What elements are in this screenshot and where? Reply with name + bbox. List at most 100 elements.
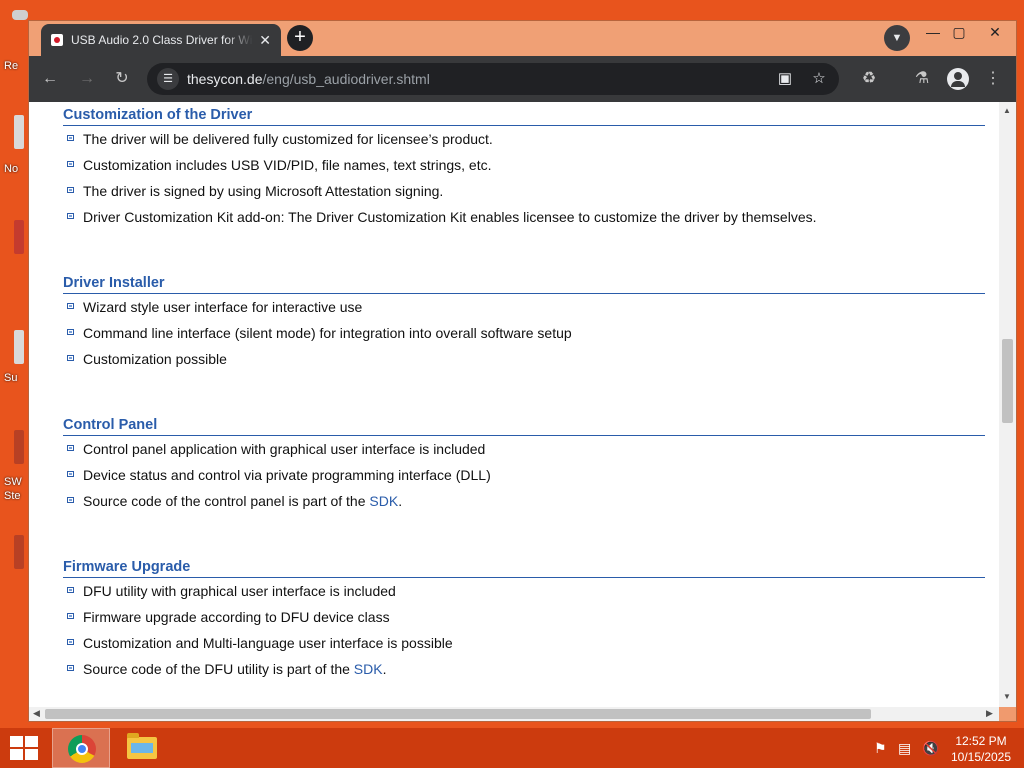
bullet-icon bbox=[67, 187, 74, 193]
tab-strip: USB Audio 2.0 Class Driver for Windows ✕… bbox=[29, 21, 1016, 56]
sdk-link[interactable]: SDK bbox=[354, 661, 383, 677]
list-item-text: Source code of the control panel is part… bbox=[83, 493, 370, 509]
taskbar: ⚑ ▤ 🔇 12:52 PM 10/15/2025 bbox=[0, 728, 1024, 768]
desktop-icon-su[interactable]: Su bbox=[0, 330, 24, 390]
desktop-icon-label: Re bbox=[4, 60, 19, 72]
desktop-shortcut-icon bbox=[12, 10, 28, 20]
taskbar-chrome-button[interactable] bbox=[52, 728, 110, 768]
scroll-left-icon[interactable]: ◀ bbox=[33, 708, 40, 719]
section-heading: Driver Installer bbox=[63, 275, 985, 294]
labs-flask-icon[interactable]: ⚗ bbox=[910, 67, 934, 91]
desktop-icon-label: SW bbox=[4, 476, 22, 488]
scroll-down-icon[interactable]: ▼ bbox=[1003, 692, 1011, 701]
desktop-shortcut-icon bbox=[14, 115, 24, 149]
list-item-text: Driver Customization Kit add-on: The Dri… bbox=[83, 209, 817, 225]
clock-date: 10/15/2025 bbox=[950, 750, 1012, 764]
list-item-text: Customization includes USB VID/PID, file… bbox=[83, 157, 492, 173]
section-heading: Firmware Upgrade bbox=[63, 559, 985, 578]
list-item: Customization possible bbox=[63, 346, 985, 372]
folder-icon bbox=[127, 733, 157, 759]
bullet-list: Wizard style user interface for interact… bbox=[63, 294, 985, 372]
list-item: Control panel application with graphical… bbox=[63, 436, 985, 462]
network-icon[interactable]: ▤ bbox=[898, 740, 911, 757]
menu-kebab-icon[interactable]: ⋮ bbox=[981, 67, 1005, 91]
tab-search-chevron-icon[interactable]: ▼ bbox=[884, 25, 910, 51]
bullet-list: DFU utility with graphical user interfac… bbox=[63, 578, 985, 682]
desktop-icon-recycle[interactable]: Re bbox=[0, 10, 28, 72]
site-info-icon[interactable]: ☰ bbox=[157, 68, 179, 90]
desktop-icon-label: No bbox=[4, 163, 19, 175]
list-item-text: Control panel application with graphical… bbox=[83, 441, 486, 457]
vertical-scroll-thumb[interactable] bbox=[1002, 339, 1013, 423]
url-path: /eng/usb_audiodriver.shtml bbox=[262, 71, 430, 87]
system-clock[interactable]: 12:52 PM 10/15/2025 bbox=[948, 733, 1014, 765]
reload-icon[interactable]: ↻ bbox=[110, 67, 134, 91]
bullet-icon bbox=[67, 497, 74, 503]
chrome-icon bbox=[68, 735, 96, 763]
desktop-shortcut-icon bbox=[14, 430, 24, 464]
extensions-puzzle-icon[interactable]: ♻ bbox=[857, 67, 881, 91]
action-center-flag-icon[interactable]: ⚑ bbox=[874, 740, 887, 757]
list-item: Customization includes USB VID/PID, file… bbox=[63, 152, 985, 178]
back-arrow-icon[interactable]: ← bbox=[38, 67, 62, 91]
page-viewport: Customization of the Driver The driver w… bbox=[29, 102, 999, 707]
list-item-text: Command line interface (silent mode) for… bbox=[83, 325, 572, 341]
maximize-button[interactable]: ▢ bbox=[941, 21, 977, 45]
list-item-text: Customization possible bbox=[83, 351, 227, 367]
bullet-icon bbox=[67, 445, 74, 451]
tab-close-icon[interactable]: ✕ bbox=[259, 32, 271, 49]
bullet-icon bbox=[67, 161, 74, 167]
list-item-punct: . bbox=[382, 661, 387, 677]
volume-muted-icon[interactable]: 🔇 bbox=[922, 740, 939, 757]
start-windows-icon[interactable] bbox=[10, 736, 40, 762]
bullet-icon bbox=[67, 613, 74, 619]
bookmark-star-icon[interactable]: ☆ bbox=[807, 67, 831, 91]
list-item: The driver is signed by using Microsoft … bbox=[63, 178, 985, 204]
sdk-link[interactable]: SDK bbox=[369, 493, 398, 509]
desktop-icon-app2[interactable] bbox=[0, 535, 24, 595]
desktop-icon-app[interactable] bbox=[0, 220, 24, 280]
list-item: Wizard style user interface for interact… bbox=[63, 294, 985, 320]
section-firmware-upgrade: Firmware Upgrade DFU utility with graphi… bbox=[63, 559, 985, 682]
horizontal-scroll-thumb[interactable] bbox=[45, 709, 871, 719]
bullet-icon bbox=[67, 303, 74, 309]
section-driver-installer: Driver Installer Wizard style user inter… bbox=[63, 275, 985, 372]
profile-avatar-icon[interactable] bbox=[947, 68, 969, 90]
desktop-icon-sw-steam[interactable]: SW Ste bbox=[0, 430, 24, 510]
section-heading: Control Panel bbox=[63, 417, 985, 436]
tab-usb-audio-driver[interactable]: USB Audio 2.0 Class Driver for Windows ✕ bbox=[41, 24, 281, 56]
clock-time: 12:52 PM bbox=[955, 734, 1007, 748]
new-tab-button[interactable]: + bbox=[287, 25, 313, 51]
browser-toolbar: ← → ↻ ☰ thesycon.de/eng/usb_audiodriver.… bbox=[29, 56, 1016, 102]
forward-arrow-icon[interactable]: → bbox=[75, 67, 99, 91]
bullet-icon bbox=[67, 213, 74, 219]
list-item: Source code of the control panel is part… bbox=[63, 488, 985, 514]
bullet-icon bbox=[67, 587, 74, 593]
horizontal-scrollbar[interactable]: ◀ ▶ bbox=[29, 707, 999, 721]
desktop-shortcut-icon bbox=[14, 330, 24, 364]
desktop-icon-label: Ste bbox=[4, 490, 21, 502]
list-item: Firmware upgrade according to DFU device… bbox=[63, 604, 985, 630]
list-item-text: The driver is signed by using Microsoft … bbox=[83, 183, 444, 199]
scroll-up-icon[interactable]: ▲ bbox=[1003, 106, 1011, 115]
url-host: thesycon.de bbox=[187, 71, 263, 87]
tab-title: USB Audio 2.0 Class Driver for Windows bbox=[71, 33, 253, 47]
taskbar-file-explorer-button[interactable] bbox=[113, 728, 171, 768]
bullet-icon bbox=[67, 329, 74, 335]
list-item-text: The driver will be delivered fully custo… bbox=[83, 131, 493, 147]
bullet-icon bbox=[67, 135, 74, 141]
vertical-scrollbar[interactable]: ▲ ▼ bbox=[999, 102, 1016, 707]
list-item: DFU utility with graphical user interfac… bbox=[63, 578, 985, 604]
list-item: Customization and Multi-language user in… bbox=[63, 630, 985, 656]
desktop-shortcut-icon bbox=[14, 220, 24, 254]
desktop-icon-notepad[interactable]: No bbox=[0, 115, 24, 175]
address-bar[interactable]: ☰ thesycon.de/eng/usb_audiodriver.shtml … bbox=[147, 63, 839, 95]
bullet-icon bbox=[67, 665, 74, 671]
list-item: Source code of the DFU utility is part o… bbox=[63, 656, 985, 682]
install-app-icon[interactable]: ▣ bbox=[773, 67, 797, 91]
scroll-right-icon[interactable]: ▶ bbox=[986, 708, 993, 719]
close-window-button[interactable]: ✕ bbox=[977, 21, 1013, 45]
list-item-text: DFU utility with graphical user interfac… bbox=[83, 583, 396, 599]
url-text[interactable]: thesycon.de/eng/usb_audiodriver.shtml bbox=[187, 71, 430, 87]
list-item-text: Firmware upgrade according to DFU device… bbox=[83, 609, 390, 625]
